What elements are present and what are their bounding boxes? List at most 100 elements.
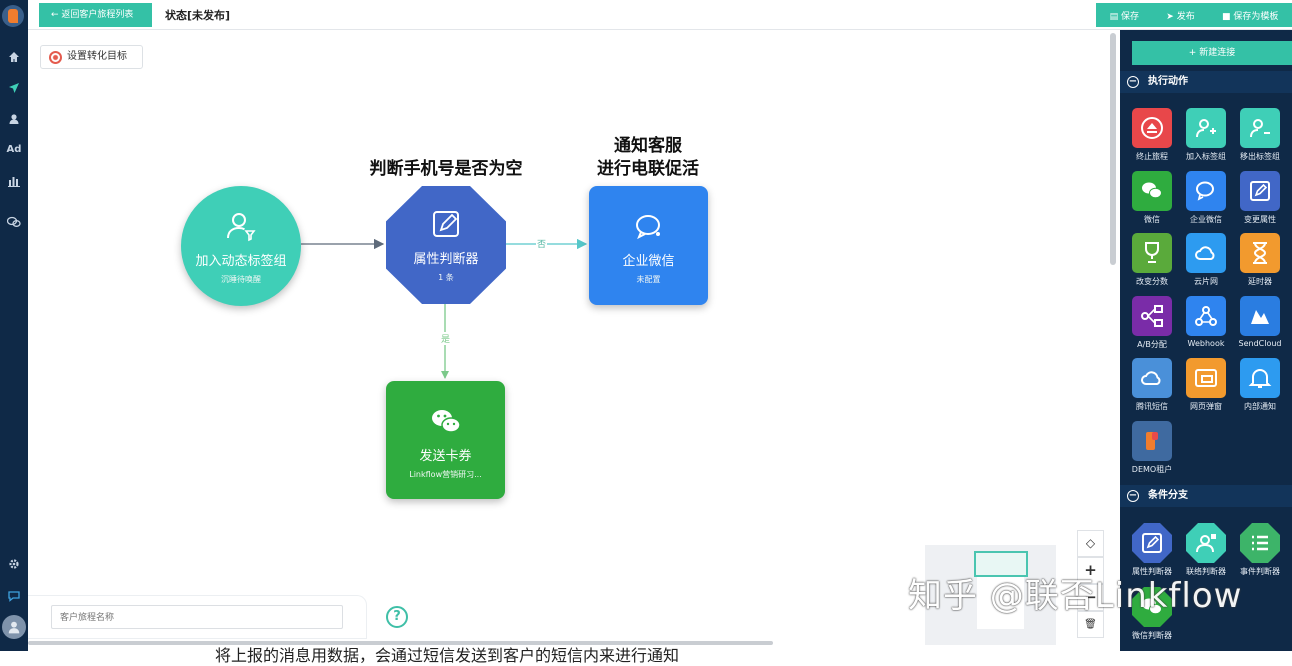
ad-icon[interactable]: Ad — [4, 141, 24, 159]
wecom-icon — [629, 210, 669, 244]
edge-label-yes: 是 — [440, 332, 452, 345]
node-name: 企业微信 — [622, 254, 675, 269]
user-tag-icon — [221, 210, 261, 244]
node-sub: Linkflow营销研习... — [409, 470, 482, 479]
action-tile[interactable]: Webhook — [1179, 295, 1233, 356]
action-tile[interactable]: 加入标签组 — [1179, 108, 1233, 168]
paper-plane-icon: ➤ — [1166, 11, 1177, 22]
action-tile[interactable]: A/B分配 — [1125, 295, 1179, 356]
demo-logo-icon — [1132, 420, 1172, 461]
tile-label: 终止旅程 — [1136, 152, 1168, 161]
component-panel: + 新建连接 − 执行动作 − 条件分支 终止旅程 加入标签组 移出标签组微信 企业微… — [1120, 30, 1292, 651]
tile-label: 内部通知 — [1244, 402, 1276, 411]
node-name: 加入动态标签组 — [195, 254, 287, 269]
list-icon — [1240, 523, 1280, 563]
tile-label: 企业微信 — [1190, 214, 1222, 224]
node-join-dynamic-tag-group[interactable]: 加入动态标签组 沉睡待唤醒 — [181, 186, 301, 306]
tile-label: 加入标签组 — [1186, 152, 1226, 161]
sendcloud-icon — [1240, 295, 1280, 336]
section-header-branches[interactable]: − 条件分支 — [1120, 485, 1292, 507]
edit-icon — [426, 208, 466, 242]
tencent-cloud-icon — [1132, 358, 1172, 398]
action-tile[interactable]: 改变分数 — [1125, 233, 1179, 293]
send-icon[interactable] — [4, 79, 24, 97]
user-remove-icon — [1240, 108, 1280, 148]
app-logo[interactable] — [2, 5, 24, 27]
section-title: 条件分支 — [1148, 490, 1188, 501]
popup-icon — [1186, 358, 1226, 398]
split-icon — [1132, 295, 1172, 336]
node-send-coupon[interactable]: 发送卡券 Linkflow营销研习... — [386, 381, 505, 499]
node-enterprise-wechat[interactable]: 企业微信 未配置 — [589, 186, 708, 305]
tile-label: 云片网 — [1194, 277, 1218, 286]
publish-button[interactable]: ➤ 发布 — [1166, 9, 1194, 22]
wechat-icon — [426, 405, 466, 439]
action-tile[interactable]: DEMO租户 — [1125, 420, 1179, 481]
node-caption-check-phone: 判断手机号是否为空 — [369, 159, 523, 179]
hourglass-icon — [1240, 233, 1280, 273]
node-caption-notify-line1: 通知客服 — [614, 136, 682, 156]
action-tile[interactable]: 终止旅程 — [1125, 108, 1179, 168]
action-tile[interactable]: 企业微信 — [1179, 170, 1233, 231]
wecom-icon — [1186, 170, 1226, 211]
tile-label: A/B分配 — [1137, 339, 1167, 349]
tile-label: DEMO租户 — [1131, 464, 1173, 474]
action-tile[interactable]: 网页弹窗 — [1179, 358, 1233, 418]
tile-label: 延时器 — [1248, 277, 1272, 286]
action-tile[interactable]: 腾讯短信 — [1125, 358, 1179, 418]
action-tile[interactable]: 云片网 — [1179, 233, 1233, 293]
edit-icon — [1132, 523, 1172, 563]
help-icon[interactable]: ? — [386, 606, 408, 628]
left-nav: Ad — [0, 0, 28, 651]
wechat-icon — [1132, 170, 1172, 211]
bar-chart-icon[interactable] — [4, 172, 24, 190]
action-tile[interactable]: 变更属性 — [1233, 170, 1287, 231]
node-name: 发送卡券 — [419, 449, 472, 464]
section-header-actions[interactable]: − 执行动作 — [1120, 71, 1292, 93]
node-sub: 沉睡待唤醒 — [221, 275, 261, 284]
tile-label: 微信判断器 — [1132, 631, 1172, 640]
action-tile[interactable]: 移出标签组 — [1233, 108, 1287, 168]
edge-n2-n4-arrowhead — [441, 371, 449, 379]
node-name: 属性判断器 — [413, 252, 479, 267]
node-sub: 1 条 — [438, 273, 454, 282]
chat-icon[interactable] — [4, 213, 24, 231]
tile-label: 网页弹窗 — [1190, 402, 1222, 411]
fit-view-button[interactable]: ◇ — [1077, 530, 1104, 557]
contact-icon — [1186, 523, 1226, 563]
collapse-icon: − — [1127, 490, 1139, 502]
tile-label: 变更属性 — [1244, 214, 1276, 224]
user-add-icon — [1186, 108, 1226, 148]
watermark-text: 知乎 @联否Linkflow — [908, 576, 1243, 616]
save-button[interactable]: ▤ 保存 — [1110, 9, 1139, 22]
bell-icon — [1240, 358, 1280, 398]
node-caption-notify-line2: 进行电联促活 — [597, 159, 699, 179]
new-connection-button[interactable]: + 新建连接 — [1132, 41, 1292, 65]
video-subtitle: 将上报的消息用数据，会通过短信发送到客户的短信内来进行通知 — [215, 646, 680, 665]
publish-label: 发布 — [1176, 11, 1195, 22]
save-icon: ▤ — [1109, 11, 1121, 22]
vertical-scrollbar[interactable] — [1110, 33, 1116, 265]
top-toolbar: ▤ 保存 ➤ 发布 ■ 保存为模板 — [1096, 3, 1292, 27]
section-title: 执行动作 — [1148, 76, 1188, 87]
action-tile[interactable]: 微信 — [1125, 170, 1179, 231]
tile-label: Webhook — [1187, 338, 1225, 348]
journey-name-input[interactable] — [51, 605, 343, 629]
edge-label-no: 否 — [536, 237, 548, 250]
tile-label: 移出标签组 — [1240, 152, 1280, 161]
action-tile[interactable]: SendCloud — [1233, 295, 1287, 356]
page-title: 状态[未发布] — [165, 9, 231, 22]
trophy-icon — [1132, 233, 1172, 273]
save-as-template-button[interactable]: ■ 保存为模板 — [1222, 9, 1278, 22]
user-icon[interactable] — [4, 110, 24, 128]
action-tile[interactable]: 延时器 — [1233, 233, 1287, 293]
home-icon[interactable] — [4, 48, 24, 66]
back-to-journey-list-button[interactable]: ← 返回客户旅程列表 — [39, 3, 152, 27]
gear-icon[interactable] — [4, 555, 24, 573]
save-label: 保存 — [1121, 11, 1140, 22]
webhook-icon — [1186, 295, 1226, 336]
message-icon[interactable] — [4, 587, 24, 605]
journey-canvas[interactable]: 设置转化目标 否 是 判断手机号是否为空 通知客服 进行电联促活 加入动态标签组… — [28, 30, 1120, 651]
avatar[interactable] — [2, 615, 26, 639]
action-tile[interactable]: 内部通知 — [1233, 358, 1287, 418]
